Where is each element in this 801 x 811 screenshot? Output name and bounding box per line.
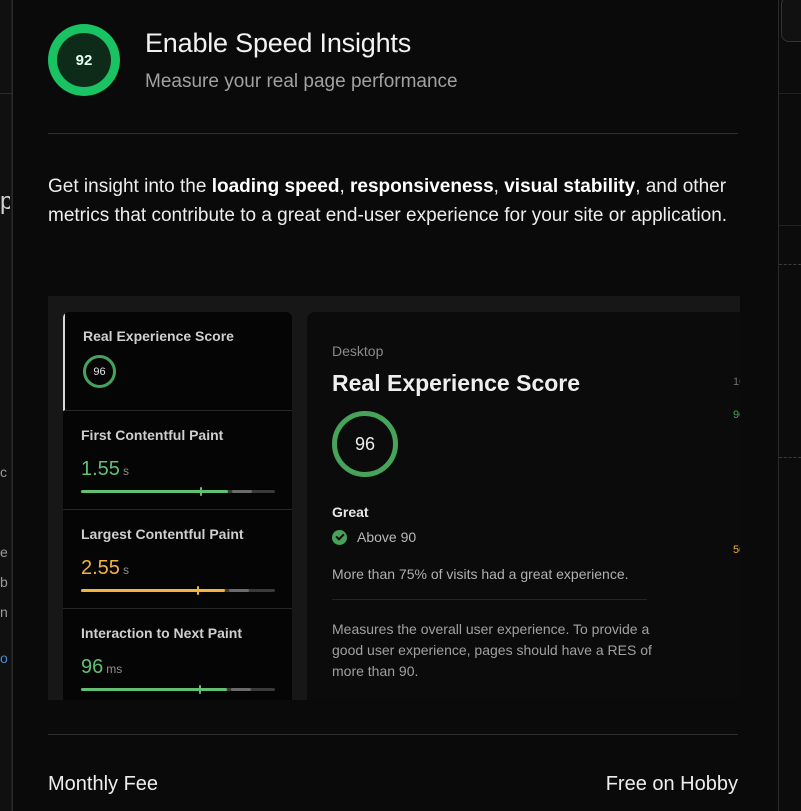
description-highlight: loading speed (211, 176, 340, 197)
visits-summary: More than 75% of visits had a great expe… (332, 566, 629, 582)
background-link-fragment: o (0, 650, 8, 666)
background-text-fragment: b (0, 574, 8, 590)
device-label: Desktop (332, 343, 384, 359)
detail-title: Real Experience Score (332, 370, 581, 396)
metric-unit: s (122, 464, 129, 478)
metric-number: 2.55 (81, 557, 120, 579)
score-ring-icon: 96 (83, 355, 116, 388)
metric-detail-panel: Desktop Real Experience Score 96 Great A… (307, 312, 740, 700)
score-ring-icon: 92 (48, 24, 120, 96)
background-divider (779, 225, 801, 226)
background-button (781, 0, 801, 42)
header-divider (48, 133, 738, 134)
background-divider (779, 93, 801, 94)
metric-value: 96 ms (81, 656, 122, 679)
metric-label: Interaction to Next Paint (81, 625, 243, 641)
metric-label: Real Experience Score (83, 328, 234, 344)
section-divider (48, 734, 738, 735)
bar-fill (81, 688, 227, 691)
feature-description: Get insight into the loading speed, resp… (48, 172, 728, 230)
detail-score: 96 (354, 433, 376, 454)
background-left-strip (0, 0, 12, 811)
metric-explanation: Measures the overall user experience. To… (332, 621, 652, 679)
pricing-value: Free on Hobby (605, 773, 738, 795)
bar-fill (81, 490, 228, 493)
pricing-label: Monthly Fee (48, 773, 159, 795)
header-score: 92 (75, 51, 93, 69)
metric-distribution-bar (81, 487, 275, 496)
description-text: , (493, 176, 505, 197)
metric-distribution-bar (81, 586, 275, 595)
background-text-fragment: p (0, 188, 10, 215)
modal-header: 92 Enable Speed Insights Measure your re… (48, 24, 738, 100)
score-ring-icon: 96 (332, 411, 398, 477)
bar-fill (81, 589, 225, 592)
metric-value: 2.55 s (81, 557, 129, 580)
background-dashed-line (779, 264, 801, 265)
bar-segment (232, 490, 252, 493)
description-text: Get insight into the (48, 176, 212, 197)
metric-number: 96 (81, 656, 104, 678)
metric-label: Largest Contentful Paint (81, 526, 244, 542)
speed-insights-modal: 92 Enable Speed Insights Measure your re… (12, 0, 779, 811)
metric-first-contentful-paint: First Contentful Paint 1.55 s (63, 411, 292, 510)
metrics-list: Real Experience Score 96 First Contentfu… (63, 312, 292, 700)
dashboard-preview: Real Experience Score 96 First Contentfu… (48, 296, 740, 700)
chart-axis-label: 90 (733, 409, 740, 421)
bar-marker (199, 685, 201, 694)
background-text-fragment: n (0, 604, 8, 620)
metric-value: 1.55 s (81, 458, 129, 481)
metric-number: 1.55 (81, 458, 120, 480)
chart-axis-label: 50 (733, 544, 740, 556)
rating-threshold: Above 90 (357, 529, 417, 545)
rating-label: Great (332, 504, 369, 520)
background-text-fragment: e (0, 544, 8, 560)
metric-real-experience-score: Real Experience Score 96 (63, 312, 292, 411)
background-text-fragment: c (0, 464, 7, 480)
background-right-strip (779, 0, 801, 811)
check-circle-icon (332, 530, 347, 545)
detail-divider (332, 599, 647, 600)
metric-score: 96 (93, 365, 106, 378)
description-highlight: visual stability (504, 176, 636, 197)
bar-marker (197, 586, 199, 595)
background-divider (0, 93, 12, 94)
background-dashed-line (779, 457, 801, 458)
bar-segment (231, 688, 251, 691)
metric-distribution-bar (81, 685, 275, 694)
description-highlight: responsiveness (350, 176, 494, 197)
modal-subtitle: Measure your real page performance (145, 71, 458, 92)
metric-unit: ms (106, 662, 123, 676)
metric-unit: s (122, 563, 129, 577)
metric-interaction-to-next-paint: Interaction to Next Paint 96 ms (63, 609, 292, 700)
description-text: , (339, 176, 351, 197)
bar-marker (200, 487, 202, 496)
modal-title: Enable Speed Insights (145, 28, 411, 58)
metric-label: First Contentful Paint (81, 427, 224, 443)
bar-segment (229, 589, 249, 592)
chart-axis-label: 10 (733, 376, 740, 388)
metric-largest-contentful-paint: Largest Contentful Paint 2.55 s (63, 510, 292, 609)
